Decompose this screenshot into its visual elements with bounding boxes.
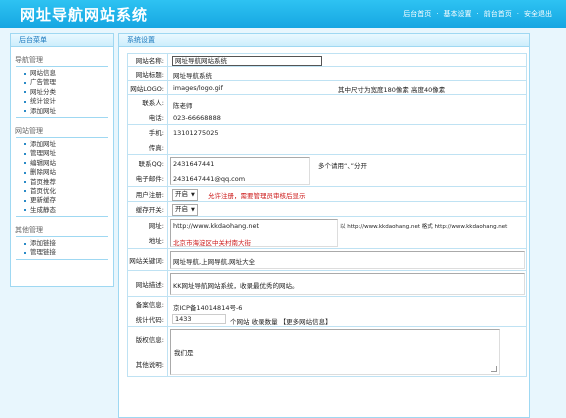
sidebar: 后台菜单 导航管理 网站信息 广告管理 网址分类 统计设计 添加网址 网站管理 … — [10, 33, 114, 287]
nav-basic-settings[interactable]: 基本设置 — [444, 10, 472, 18]
address-input[interactable]: 北京市海淀区中关村南大街 — [173, 237, 251, 247]
url-note: 以 http://www.kkdaohang.net 格式 http://www… — [340, 224, 508, 230]
menu-item[interactable]: 首页推荐 — [16, 178, 108, 187]
logo-note: 其中尺寸为宽度180像素 高度40像素 — [338, 86, 446, 94]
keywords-value: 网址导航,上网导航,网址大全 — [173, 258, 256, 266]
menu-item[interactable]: 编辑网站 — [16, 159, 108, 168]
label-url: 网址: — [148, 221, 164, 230]
menu-item[interactable]: 管理网址 — [16, 149, 108, 158]
register-note: 允许注册，需要管理员审核后显示 — [208, 192, 306, 200]
label-contact: 联系人: — [142, 99, 164, 108]
menu-group-nav: 导航管理 网站信息 广告管理 网址分类 统计设计 添加网址 — [11, 55, 113, 118]
mobile-input[interactable]: 13101275025 — [173, 129, 219, 137]
url-input[interactable]: http://www.kkdaohang.net — [173, 222, 259, 230]
menu-item[interactable]: 首页优化 — [16, 187, 108, 196]
label-phone: 电话: — [148, 113, 164, 122]
label-icp: 备案信息: — [135, 301, 164, 310]
count-input[interactable]: 1433 — [172, 314, 226, 324]
remark-textarea[interactable] — [170, 329, 500, 375]
label-site-name: 网站名称: — [135, 57, 164, 65]
remark-value: 我们是 — [174, 349, 194, 357]
label-copyright: 版权信息: — [135, 336, 164, 345]
label-site-title: 网站标题: — [135, 70, 164, 79]
nav-admin-home[interactable]: 后台首页 — [403, 10, 431, 18]
menu-item[interactable]: 生成静态 — [16, 206, 108, 215]
icp-input[interactable]: 京ICP备14014814号-6 — [173, 302, 242, 312]
main-panel: 系统设置 网站名称: 网址导航网站系统 网站标题: 网址导航系统 网站LOGO:… — [118, 33, 530, 418]
menu-item-manage-links[interactable]: 管理链接 — [16, 248, 108, 257]
site-name-input[interactable]: 网址导航网站系统 — [172, 56, 322, 66]
resize-handle[interactable] — [491, 366, 497, 372]
label-register: 用户注册: — [135, 191, 164, 199]
menu-item-ads[interactable]: 广告管理 — [16, 78, 108, 87]
menu-group-other: 其他管理 添加链接 管理链接 — [11, 225, 113, 260]
menu-item-categories[interactable]: 网址分类 — [16, 88, 108, 97]
menu-item[interactable]: 更新缓存 — [16, 196, 108, 205]
menu-item-add-site[interactable]: 添加网址 — [16, 107, 108, 116]
logo-input[interactable]: images/logo.gif — [173, 84, 223, 92]
menu-item-site-info[interactable]: 网站信息 — [16, 69, 108, 78]
label-keywords: 网站关键词: — [129, 256, 164, 265]
chevron-down-icon: ▼ — [191, 192, 195, 198]
qq-input[interactable]: 2431647441 — [173, 160, 214, 168]
menu-group-title: 导航管理 — [15, 56, 43, 64]
panel-title: 系统设置 — [119, 34, 529, 47]
qq-note: 多个请用“、”分开 — [318, 162, 367, 170]
sidebar-title: 后台菜单 — [11, 34, 113, 47]
label-qq: 联系QQ: — [138, 159, 164, 168]
menu-group-site: 网站管理 添加网址 管理网址 编辑网站 删除网站 首页推荐 首页优化 更新缓存 … — [11, 126, 113, 218]
label-email: 电子邮件: — [135, 175, 164, 184]
phone-input[interactable]: 023-66668888 — [173, 114, 221, 122]
email-input[interactable]: 2431647441@qq.com — [173, 175, 245, 183]
cache-select[interactable]: 开启 ▼ — [172, 204, 198, 216]
label-mobile: 手机: — [148, 129, 164, 138]
description-value: KK网址导航网站系统，收录最优秀的网站。 — [173, 282, 299, 290]
register-select[interactable]: 开启 ▼ — [172, 189, 198, 201]
label-fax: 传真: — [148, 143, 164, 152]
menu-group-title: 其他管理 — [15, 226, 43, 235]
menu-item[interactable]: 删除网站 — [16, 168, 108, 177]
nav-logout[interactable]: 安全退出 — [524, 10, 552, 18]
count-note: 个网站 收录数量 【更多网站信息】 — [230, 318, 332, 326]
top-nav: 后台首页 · 基本设置 · 前台首页 · 安全退出 — [403, 10, 552, 18]
menu-item[interactable]: 添加网址 — [16, 140, 108, 149]
contact-input[interactable]: 陈老师 — [173, 100, 193, 110]
label-logo: 网站LOGO: — [130, 84, 164, 93]
label-remark: 其他说明: — [135, 360, 164, 369]
top-header: 网址导航网站系统 后台首页 · 基本设置 · 前台首页 · 安全退出 — [0, 0, 566, 28]
label-address: 地址: — [148, 237, 164, 246]
label-count: 统计代码: — [135, 315, 164, 324]
label-cache: 缓存开关: — [135, 206, 164, 214]
menu-group-title: 网站管理 — [15, 126, 43, 135]
nav-front-home[interactable]: 前台首页 — [484, 10, 512, 18]
label-description: 网站描述: — [135, 280, 164, 289]
site-logo-title: 网址导航网站系统 — [20, 6, 149, 24]
menu-item-stats[interactable]: 统计设计 — [16, 97, 108, 106]
site-title-input[interactable]: 网址导航系统 — [173, 70, 212, 80]
settings-form: 网站名称: 网址导航网站系统 网站标题: 网址导航系统 网站LOGO: imag… — [127, 53, 527, 377]
chevron-down-icon: ▼ — [191, 207, 195, 213]
